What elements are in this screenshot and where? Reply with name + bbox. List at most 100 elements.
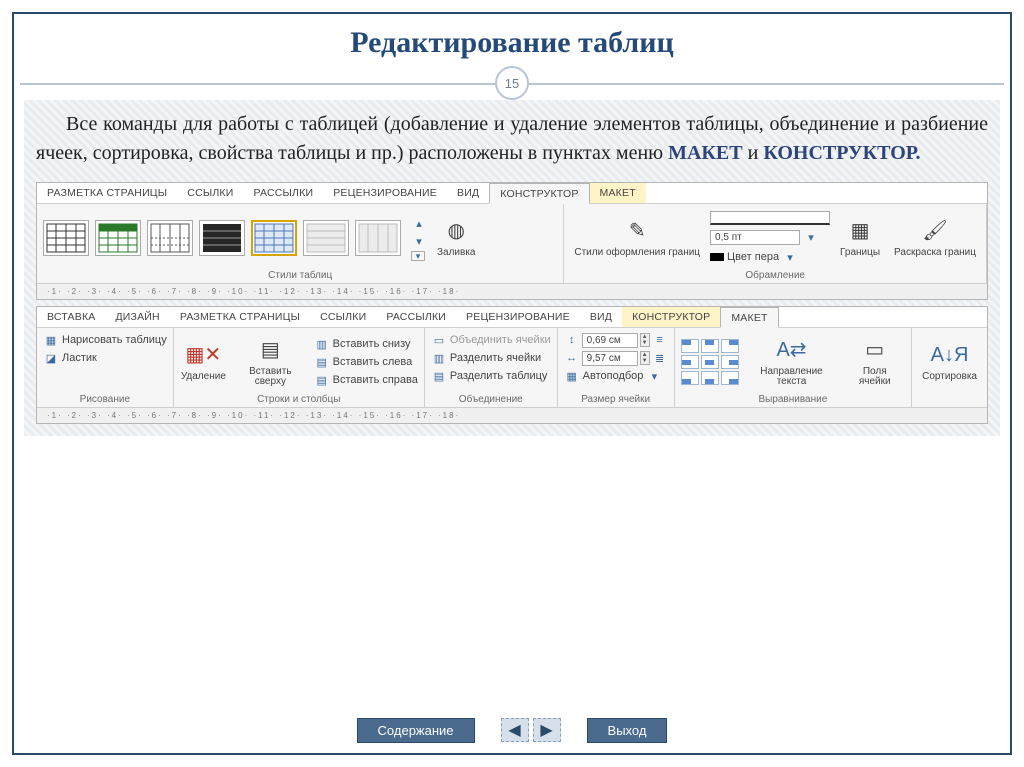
merge-cells-button[interactable]: ▭Объединить ячейки bbox=[431, 332, 551, 348]
insert-left-icon: ▤ bbox=[314, 354, 330, 370]
table-style-thumb[interactable] bbox=[355, 220, 401, 256]
group-merge: Объединение bbox=[431, 392, 551, 405]
eraser-button[interactable]: ◪Ластик bbox=[43, 350, 97, 366]
distribute-rows-icon[interactable]: ≡ bbox=[652, 332, 668, 348]
slide-title: Редактирование таблиц bbox=[24, 26, 1000, 60]
borders-icon: ▦ bbox=[846, 218, 874, 246]
cell-margins-icon: ▭ bbox=[861, 337, 889, 365]
tab-page-layout[interactable]: РАЗМЕТКА СТРАНИЦЫ bbox=[37, 183, 177, 203]
tab-view[interactable]: ВИД bbox=[447, 183, 489, 203]
exit-button[interactable]: Выход bbox=[587, 718, 668, 743]
col-width-field[interactable]: ↔ 9,57 см ▲▼ ≣ bbox=[564, 350, 668, 366]
cell-margins-label: Поля ячейки bbox=[848, 367, 901, 388]
table-style-thumb[interactable] bbox=[199, 220, 245, 256]
pen-color-label: Цвет пера bbox=[727, 251, 779, 263]
row-height-field[interactable]: ↕ 0,69 см ▲▼ ≡ bbox=[564, 332, 668, 348]
align-br[interactable] bbox=[721, 371, 739, 385]
align-mc[interactable] bbox=[701, 355, 719, 369]
table-style-thumb[interactable] bbox=[95, 220, 141, 256]
draw-table-button[interactable]: ▦Нарисовать таблицу bbox=[43, 332, 167, 348]
col-width-value: 9,57 см bbox=[582, 351, 638, 366]
group-align: Выравнивание bbox=[681, 392, 906, 405]
table-style-thumb[interactable] bbox=[303, 220, 349, 256]
draw-table-label: Нарисовать таблицу bbox=[62, 334, 167, 346]
ruler: ·1· ·2· ·3· ·4· ·5· ·6· ·7· ·8· ·9· ·10·… bbox=[37, 283, 987, 299]
width-icon: ↔ bbox=[564, 350, 580, 366]
line-style-dropdown[interactable] bbox=[710, 211, 830, 225]
eraser-label: Ластик bbox=[62, 352, 97, 364]
border-styles-button[interactable]: ✎ Стили оформления границ bbox=[570, 216, 704, 261]
tab-constructor[interactable]: КОНСТРУКТОР bbox=[622, 307, 720, 327]
cell-margins-button[interactable]: ▭ Поля ячейки bbox=[844, 335, 905, 390]
pen-color-button[interactable]: Цвет пера ▾ bbox=[710, 249, 830, 265]
paragraph-b1: МАКЕТ bbox=[668, 142, 743, 164]
tab-references[interactable]: ССЫЛКИ bbox=[177, 183, 243, 203]
tab-layout[interactable]: МАКЕТ bbox=[720, 307, 778, 328]
paint-borders-button[interactable]: 🖌 Раскраска границ bbox=[890, 216, 980, 261]
ribbon-layout: ВСТАВКА ДИЗАЙН РАЗМЕТКА СТРАНИЦЫ ССЫЛКИ … bbox=[36, 306, 988, 424]
spinner-icon[interactable]: ▲▼ bbox=[640, 351, 650, 365]
prev-arrow[interactable] bbox=[501, 718, 529, 742]
split-table-icon: ▤ bbox=[431, 368, 447, 384]
align-ml[interactable] bbox=[681, 355, 699, 369]
tab-layout[interactable]: МАКЕТ bbox=[590, 183, 646, 203]
title-divider: 15 bbox=[24, 66, 1000, 100]
distribute-cols-icon[interactable]: ≣ bbox=[652, 350, 668, 366]
text-direction-button[interactable]: A⇄ Направление текста bbox=[745, 335, 839, 390]
table-style-thumb-selected[interactable] bbox=[251, 220, 297, 256]
align-bl[interactable] bbox=[681, 371, 699, 385]
tab-design[interactable]: ДИЗАЙН bbox=[105, 307, 169, 327]
alignment-grid[interactable] bbox=[681, 339, 739, 385]
next-arrow[interactable] bbox=[533, 718, 561, 742]
group-rows-cols: Строки и столбцы bbox=[180, 392, 418, 405]
height-icon: ↕ bbox=[564, 332, 580, 348]
tab-constructor[interactable]: КОНСТРУКТОР bbox=[489, 183, 589, 204]
align-tl[interactable] bbox=[681, 339, 699, 353]
body-paragraph: Все команды для работы с таблицей (добав… bbox=[36, 110, 988, 168]
table-style-thumb[interactable] bbox=[43, 220, 89, 256]
fill-button[interactable]: ◍ Заливка bbox=[433, 216, 480, 261]
merge-icon: ▭ bbox=[431, 332, 447, 348]
autofit-icon: ▦ bbox=[564, 368, 580, 384]
contents-button[interactable]: Содержание bbox=[357, 718, 475, 743]
split-cells-label: Разделить ячейки bbox=[450, 352, 541, 364]
table-style-thumb[interactable] bbox=[147, 220, 193, 256]
chevron-down-icon[interactable]: ▾ bbox=[803, 229, 819, 245]
align-tr[interactable] bbox=[721, 339, 739, 353]
spinner-icon[interactable]: ▲▼ bbox=[640, 333, 650, 347]
split-table-button[interactable]: ▤Разделить таблицу bbox=[431, 368, 548, 384]
align-tc[interactable] bbox=[701, 339, 719, 353]
group-sort bbox=[918, 392, 981, 405]
tab-insert[interactable]: ВСТАВКА bbox=[37, 307, 105, 327]
delete-label: Удаление bbox=[181, 372, 226, 383]
gallery-more-icon[interactable]: ▾ bbox=[411, 251, 425, 261]
borders-button[interactable]: ▦ Границы bbox=[836, 216, 884, 261]
insert-right-button[interactable]: ▤Вставить справа bbox=[314, 372, 418, 388]
align-mr[interactable] bbox=[721, 355, 739, 369]
autofit-button[interactable]: ▦Автоподбор▾ bbox=[564, 368, 663, 384]
paint-borders-label: Раскраска границ bbox=[894, 248, 976, 259]
delete-button[interactable]: ▦✕ Удаление bbox=[180, 340, 227, 385]
tab-review[interactable]: РЕЦЕНЗИРОВАНИЕ bbox=[456, 307, 580, 327]
ribbon1-tabs: РАЗМЕТКА СТРАНИЦЫ ССЫЛКИ РАССЫЛКИ РЕЦЕНЗ… bbox=[37, 183, 987, 204]
insert-above-button[interactable]: ▤ Вставить сверху bbox=[233, 335, 308, 390]
tab-view[interactable]: ВИД bbox=[580, 307, 622, 327]
line-width-dropdown[interactable]: 0,5 пт bbox=[710, 230, 800, 245]
split-cells-button[interactable]: ▥Разделить ячейки bbox=[431, 350, 541, 366]
pencil-table-icon: ▦ bbox=[43, 332, 59, 348]
tab-mailings[interactable]: РАССЫЛКИ bbox=[244, 183, 324, 203]
tab-mailings[interactable]: РАССЫЛКИ bbox=[376, 307, 456, 327]
insert-below-button[interactable]: ▥Вставить снизу bbox=[314, 336, 418, 352]
tab-page-layout[interactable]: РАЗМЕТКА СТРАНИЦЫ bbox=[170, 307, 310, 327]
align-bc[interactable] bbox=[701, 371, 719, 385]
pen-color-icon bbox=[710, 253, 724, 261]
gallery-down-icon[interactable]: ▾ bbox=[411, 233, 427, 249]
group-draw: Рисование bbox=[43, 392, 167, 405]
tab-references[interactable]: ССЫЛКИ bbox=[310, 307, 376, 327]
insert-above-label: Вставить сверху bbox=[237, 367, 304, 388]
sort-icon: A↓Я bbox=[936, 342, 964, 370]
gallery-up-icon[interactable]: ▴ bbox=[411, 215, 427, 231]
tab-review[interactable]: РЕЦЕНЗИРОВАНИЕ bbox=[323, 183, 447, 203]
insert-left-button[interactable]: ▤Вставить слева bbox=[314, 354, 418, 370]
sort-button[interactable]: A↓Я Сортировка bbox=[918, 340, 981, 385]
